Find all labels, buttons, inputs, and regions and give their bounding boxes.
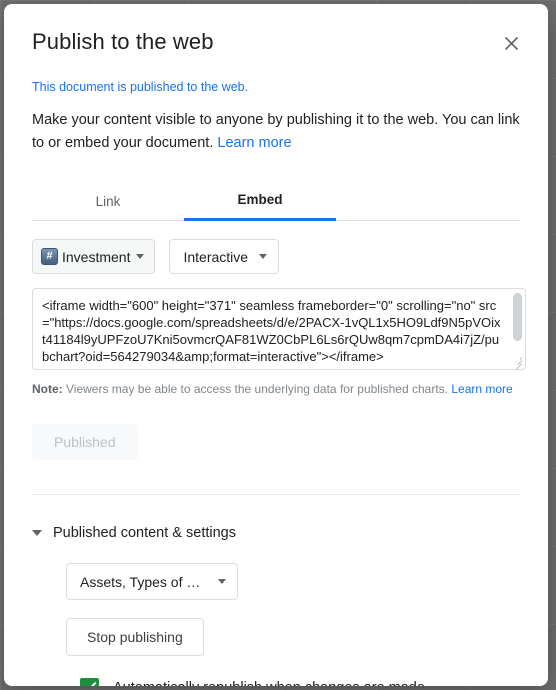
sheet-hash-icon: # (41, 248, 58, 265)
publish-status-text: This document is published to the web. (32, 80, 249, 94)
publish-to-web-dialog: Publish to the web This document is publ… (4, 4, 548, 686)
published-content-select-label: Assets, Types of … (80, 573, 201, 590)
sheet-selector-label: Investment (62, 248, 131, 265)
page-title: Publish to the web (32, 29, 214, 54)
auto-republish-checkbox[interactable] (80, 678, 99, 686)
publish-note: Note: Viewers may be able to access the … (32, 381, 520, 397)
published-content-select[interactable]: Assets, Types of … (66, 563, 239, 600)
learn-more-link-top[interactable]: Learn more (217, 135, 291, 151)
format-selector-button[interactable]: Interactive (169, 239, 280, 274)
embed-code-container (32, 288, 526, 370)
tab-embed[interactable]: Embed (184, 184, 336, 221)
auto-republish-row[interactable]: Automatically republish when changes are… (80, 678, 425, 686)
note-text: Viewers may be able to access the underl… (62, 382, 452, 396)
published-content-settings-toggle[interactable]: Published content & settings (32, 525, 236, 541)
close-icon (504, 36, 518, 50)
check-icon (83, 681, 97, 686)
note-prefix: Note: (32, 382, 63, 396)
dialog-description: Make your content visible to anyone by p… (32, 109, 520, 155)
close-button[interactable] (498, 30, 524, 56)
dialog-header: Publish to the web (32, 28, 520, 56)
embed-selectors: # Investment Interactive (32, 239, 520, 274)
published-button[interactable]: Published (32, 424, 138, 460)
section-divider (32, 494, 520, 495)
chevron-down-icon (259, 254, 268, 259)
chevron-down-icon (218, 579, 227, 584)
chevron-down-icon (32, 530, 42, 536)
auto-republish-label: Automatically republish when changes are… (113, 680, 425, 687)
settings-body: Assets, Types of … Stop publishing Autom… (66, 541, 520, 686)
embed-code-textarea[interactable] (33, 289, 525, 369)
section-title: Published content & settings (53, 525, 236, 541)
sheet-selector-button[interactable]: # Investment (32, 239, 156, 274)
format-selector-label: Interactive (183, 248, 249, 265)
tab-bar: Link Embed (32, 183, 520, 221)
stop-publishing-button[interactable]: Stop publishing (66, 618, 204, 656)
learn-more-link-note[interactable]: Learn more (451, 382, 512, 396)
tab-link[interactable]: Link (32, 184, 184, 221)
chevron-down-icon (136, 254, 145, 259)
